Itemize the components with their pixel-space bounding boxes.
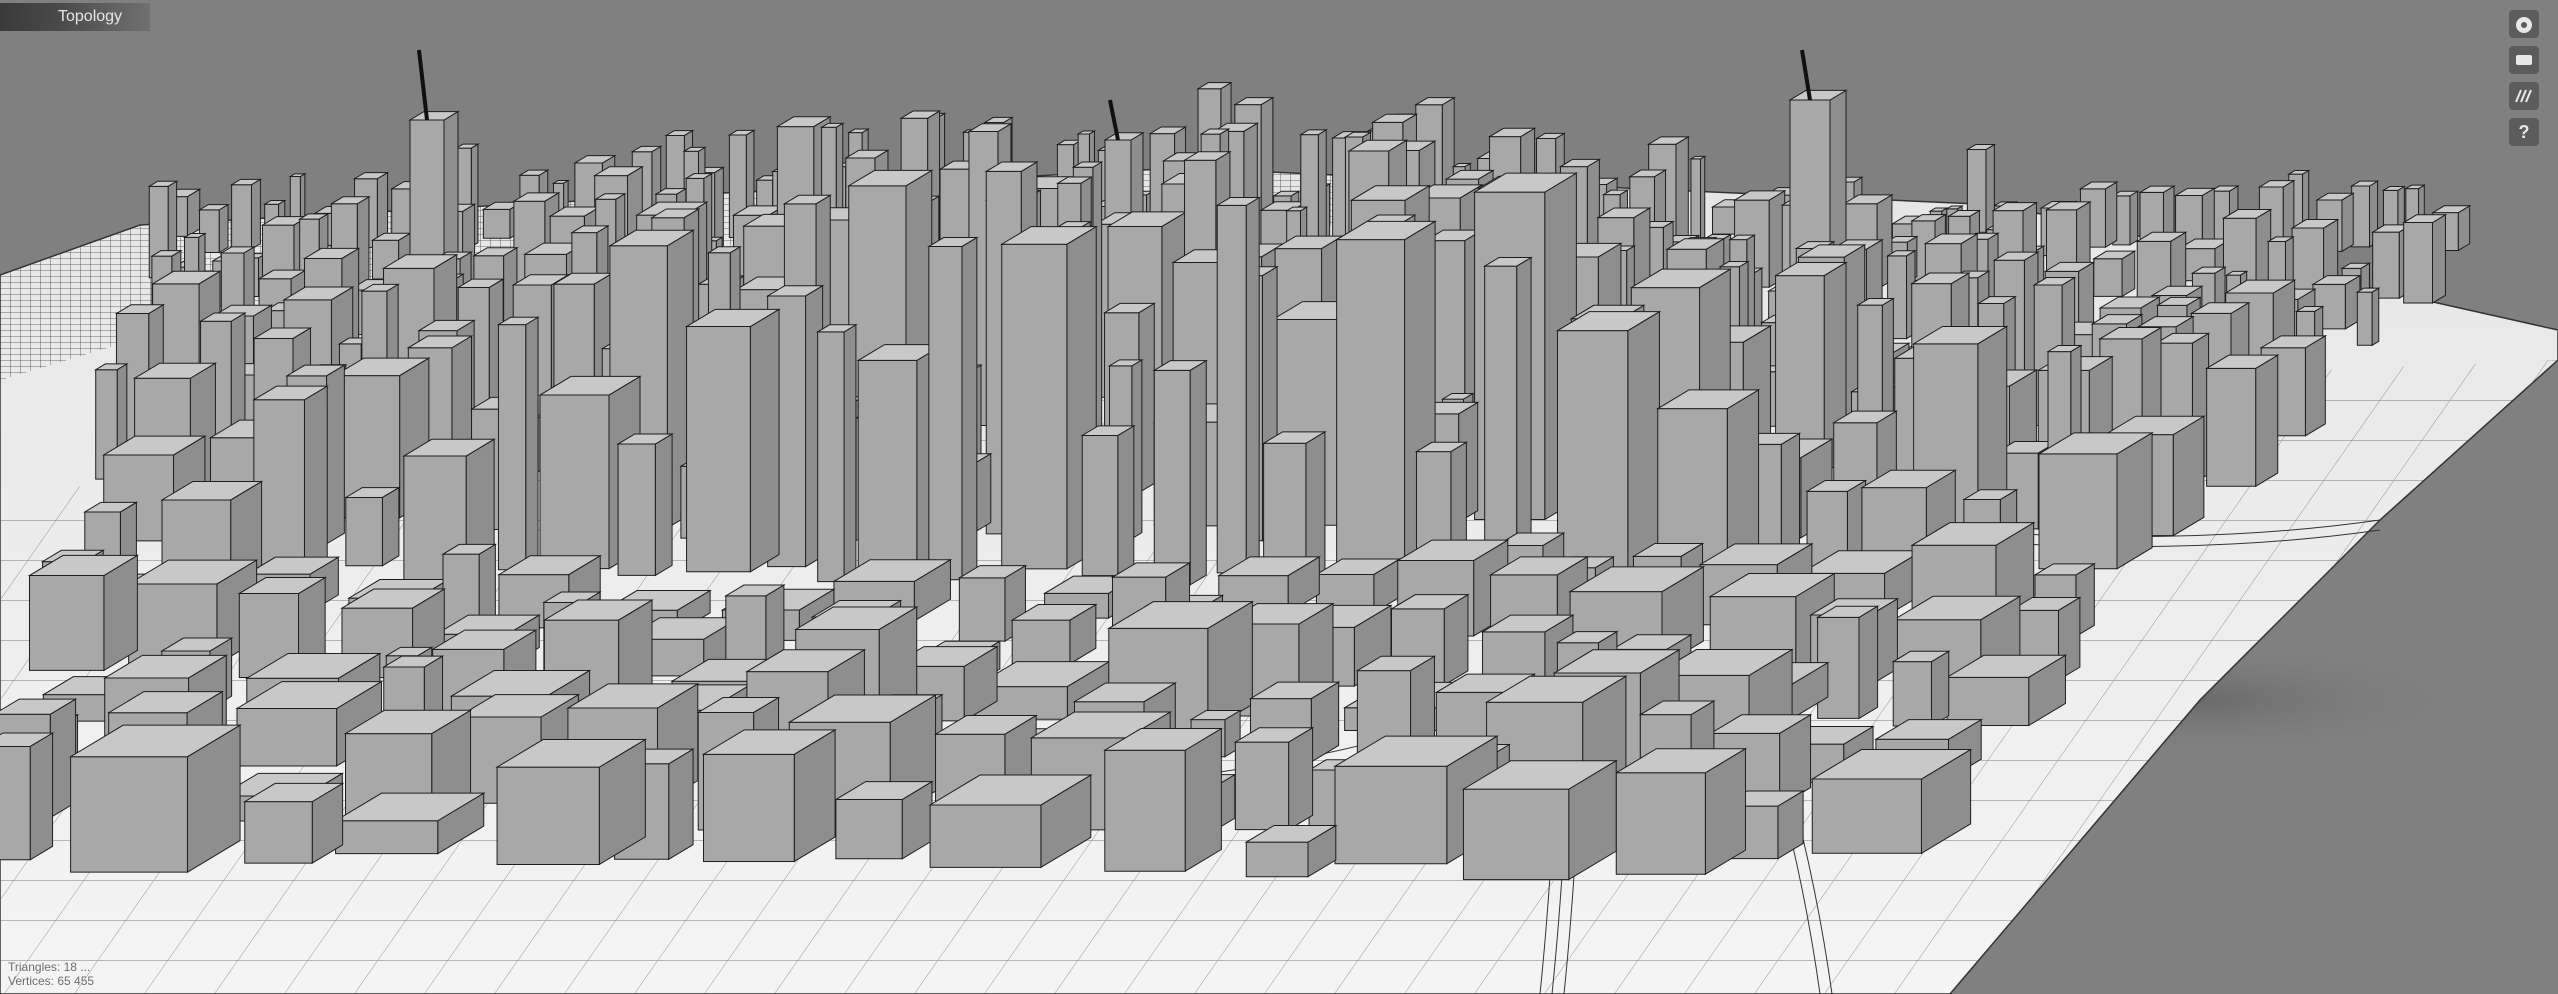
view-toolbar: ? [2504,10,2544,154]
panel-title: Topology [58,8,123,25]
building [1891,650,1951,727]
building [1215,196,1261,574]
building [2204,354,2280,488]
building [1010,603,1098,665]
building [1689,155,1707,249]
building [1461,759,1618,881]
building [1810,748,1973,855]
building [68,724,242,874]
home-icon [2513,14,2535,34]
building [1614,747,1748,876]
help-icon: ? [2518,121,2530,142]
building [252,385,330,573]
viewport-3d[interactable] [0,0,2558,994]
building [1555,310,1662,586]
camera-button[interactable] [2509,46,2539,74]
triangles-count: Triangles: 18 ... [8,960,91,974]
building [0,732,55,861]
layers-icon [2514,88,2534,104]
building [701,728,837,863]
building [1080,424,1136,577]
scene-stats: Triangles: 18 ... Vertices: 65 455 [8,960,94,988]
building [2037,431,2154,570]
help-button[interactable]: ? [2509,118,2539,146]
vertices-count: Vertices: 65 455 [8,974,95,988]
building [229,178,263,250]
building [1233,726,1315,831]
building [27,554,140,672]
building [2355,287,2381,347]
building [684,308,781,573]
panel-title-tab[interactable]: Topology [0,3,150,31]
building [815,323,858,583]
building [1152,359,1209,586]
building [1102,727,1224,873]
building [616,433,674,577]
layers-button[interactable] [2509,82,2539,110]
building [242,782,345,864]
home-button[interactable] [2509,10,2539,38]
building [2401,213,2448,304]
building [496,316,540,571]
building [834,780,934,860]
building [2091,250,2137,298]
camera-icon [2514,53,2534,67]
building [927,236,979,581]
building [344,486,401,567]
building [495,738,648,866]
